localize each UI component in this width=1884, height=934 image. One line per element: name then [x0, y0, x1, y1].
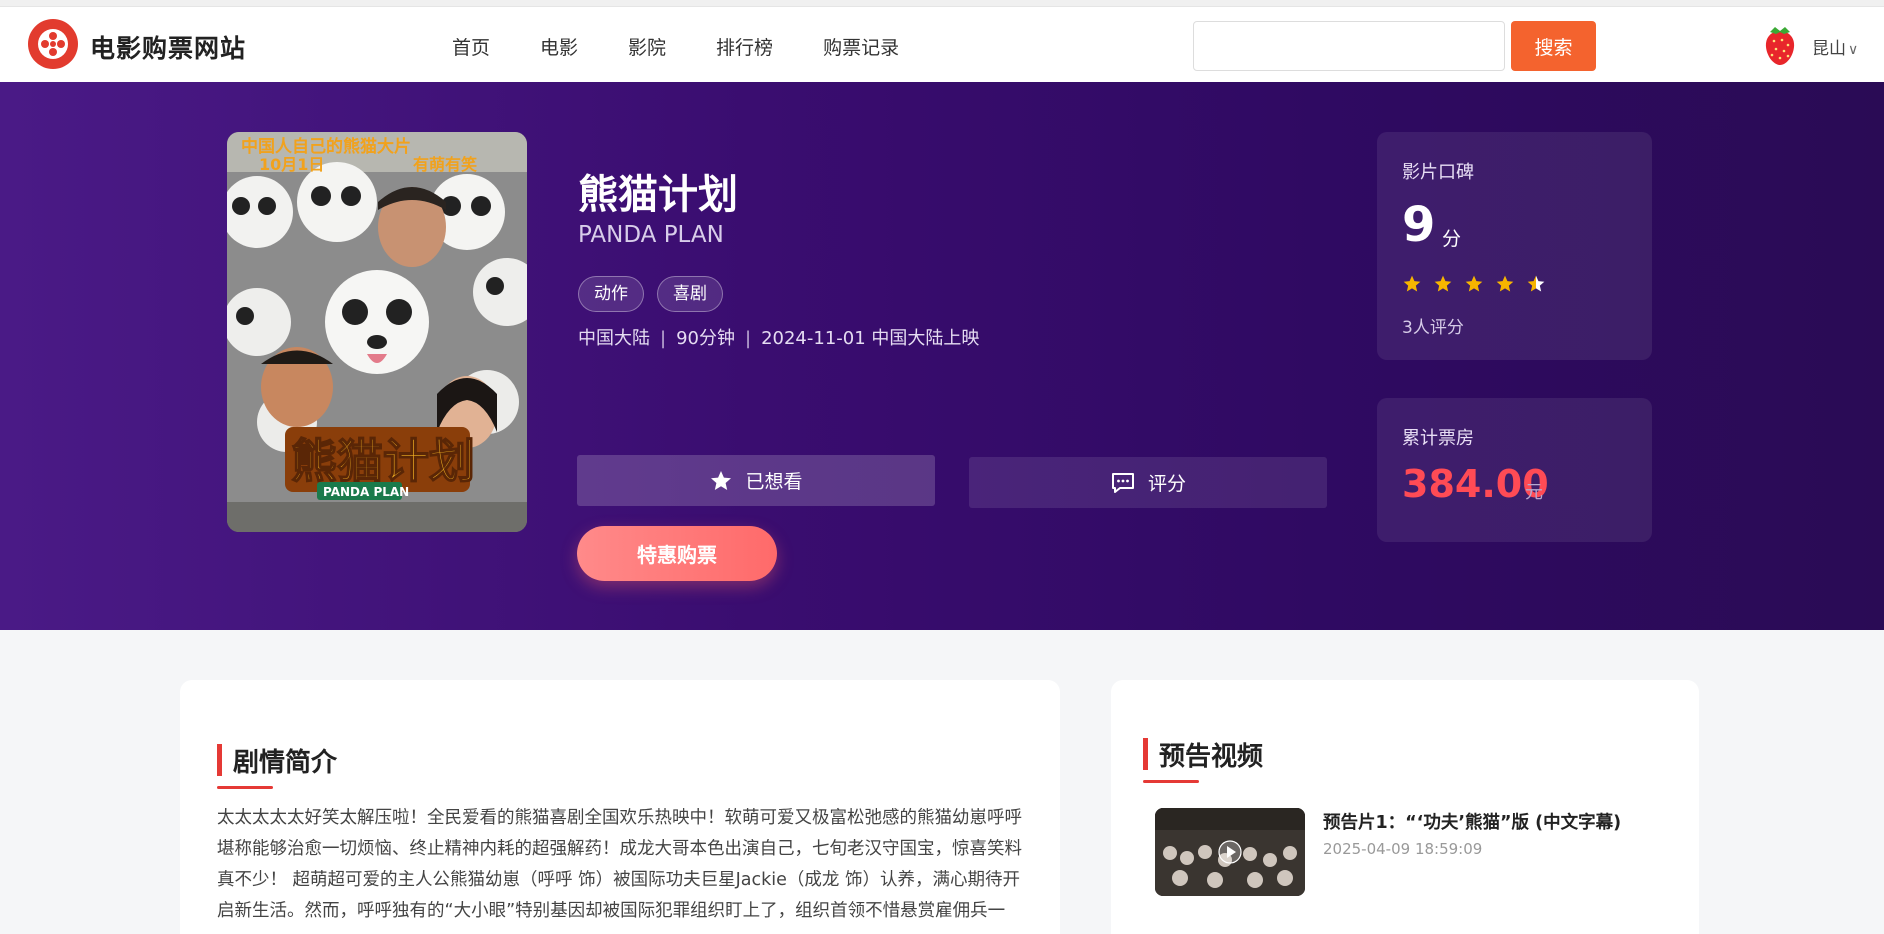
trailer-title-heading: 预告视频 — [1159, 742, 1264, 772]
rating-count: 3人评分 — [1402, 318, 1464, 338]
genre-tag[interactable]: 动作 — [578, 276, 644, 312]
city-name: 昆山 — [1812, 39, 1846, 59]
nav-home[interactable]: 首页 — [452, 33, 490, 60]
rating-unit: 分 — [1442, 228, 1462, 250]
movie-meta: 中国大陆 | 90分钟 | 2024-11-01 中国大陆上映 — [578, 328, 980, 349]
rate-button[interactable]: 评分 — [969, 457, 1327, 508]
buy-ticket-button[interactable]: 特惠购票 — [577, 526, 777, 581]
rating-label: 影片口碑 — [1402, 162, 1474, 183]
box-office-card: 累计票房 384.00 元 — [1377, 398, 1652, 542]
movie-hero: 中国人自己的熊猫大片 10月1日 有萌有笑 熊猫计划 PANDA PLAN 熊猫… — [0, 82, 1884, 630]
trailer-image — [1155, 808, 1305, 896]
trailer-thumbnail[interactable] — [1155, 808, 1305, 896]
box-office-label: 累计票房 — [1402, 428, 1474, 449]
want-to-see-button[interactable]: 已想看 — [577, 455, 935, 506]
trailer-heading: 预告视频 — [1143, 736, 1264, 783]
star-icon — [1496, 275, 1514, 292]
movie-title: 熊猫计划 — [578, 172, 738, 218]
star-icon — [1465, 275, 1483, 292]
city-selector[interactable]: 昆山 ∨ — [1812, 34, 1858, 59]
rating-stars — [1402, 274, 1546, 294]
rating-card: 影片口碑 9 分 3人评分 — [1377, 132, 1652, 360]
poster-date: 10月1日 — [259, 155, 324, 174]
film-reel-icon[interactable] — [28, 19, 78, 69]
star-icon — [1434, 275, 1452, 292]
want-to-see-label: 已想看 — [745, 471, 803, 493]
synopsis-title: 剧情简介 — [233, 748, 338, 778]
search-button[interactable]: 搜索 — [1511, 21, 1596, 71]
nav-orders[interactable]: 购票记录 — [823, 33, 899, 60]
site-brand[interactable]: 电影购票网站 — [90, 29, 246, 65]
poster-title: 熊猫计划 — [291, 434, 475, 488]
rating-score: 9 — [1402, 197, 1436, 253]
star-icon — [711, 470, 732, 490]
nav-movies[interactable]: 电影 — [540, 33, 578, 60]
movie-poster: 中国人自己的熊猫大片 10月1日 有萌有笑 熊猫计划 PANDA PLAN — [227, 132, 527, 532]
main-nav: 首页 电影 影院 排行榜 购票记录 — [452, 33, 949, 60]
trailer-time: 2025-04-09 18:59:09 — [1323, 840, 1483, 858]
synopsis-panel: 剧情简介 太太太太太好笑太解压啦！全民爱看的熊猫喜剧全国欢乐热映中！软萌可爱又极… — [180, 680, 1060, 934]
trailer-panel: 预告视频 预告片1：“‘功夫’熊猫”版 (中文字幕) 2025-04-09 18… — [1111, 680, 1699, 934]
strawberry-avatar-icon[interactable] — [1762, 23, 1798, 67]
genre-tag[interactable]: 喜剧 — [657, 276, 723, 312]
poster-en-title: PANDA PLAN — [323, 485, 409, 499]
trailer-name[interactable]: 预告片1：“‘功夫’熊猫”版 (中文字幕) — [1323, 809, 1621, 834]
box-office-unit: 元 — [1525, 482, 1543, 503]
chevron-down-icon: ∨ — [1848, 42, 1859, 58]
rate-label: 评分 — [1147, 473, 1186, 495]
poster-image: 中国人自己的熊猫大片 10月1日 有萌有笑 熊猫计划 PANDA PLAN — [227, 132, 527, 532]
top-strip — [0, 0, 1884, 7]
movie-release: 2024-11-01 中国大陆上映 — [761, 328, 980, 349]
movie-english-title: PANDA PLAN — [578, 222, 724, 248]
genre-tags: 动作 喜剧 — [578, 276, 723, 312]
nav-ranking[interactable]: 排行榜 — [716, 33, 773, 60]
poster-slogan: 有萌有笑 — [413, 155, 477, 174]
synopsis-heading: 剧情简介 — [217, 742, 338, 789]
nav-cinemas[interactable]: 影院 — [628, 33, 666, 60]
synopsis-text: 太太太太太好笑太解压啦！全民爱看的熊猫喜剧全国欢乐热映中！软萌可爱又极富松弛感的… — [217, 808, 1022, 921]
search-input[interactable] — [1193, 21, 1505, 71]
half-star-icon — [1527, 275, 1545, 292]
header: 电影购票网站 首页 电影 影院 排行榜 购票记录 搜索 昆山 ∨ — [0, 7, 1884, 82]
movie-region: 中国大陆 — [578, 328, 650, 349]
movie-duration: 90分钟 — [676, 328, 735, 349]
comment-icon — [1111, 472, 1134, 493]
poster-banner: 中国人自己的熊猫大片 — [241, 136, 411, 157]
star-icon — [1403, 275, 1421, 292]
